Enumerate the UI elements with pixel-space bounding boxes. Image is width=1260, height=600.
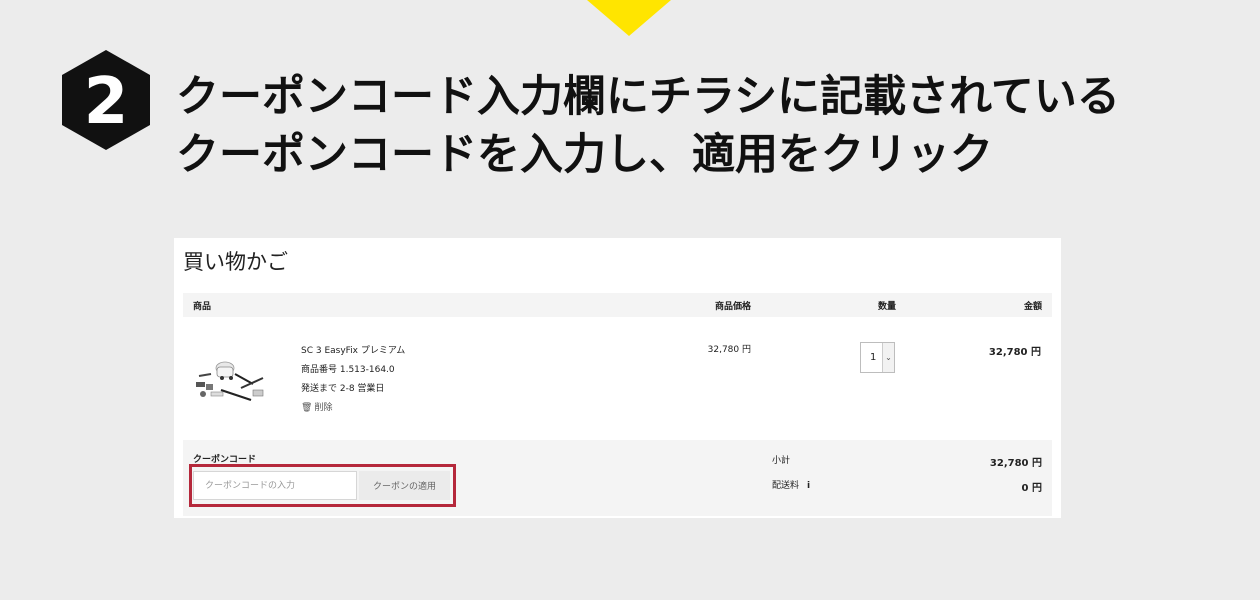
shipping-time: 発送まで 2-8 営業日	[301, 384, 385, 394]
line-total: 32,780 円	[988, 347, 1041, 358]
down-arrow-indicator	[587, 0, 671, 36]
shipping-fee-label: 配送料 i	[772, 478, 810, 491]
column-header-quantity: 数量	[877, 302, 896, 312]
table-header: 商品 商品価格 数量 金額	[183, 293, 1052, 317]
quantity-value: 1	[870, 352, 877, 363]
subtotal-label: 小計	[772, 456, 791, 466]
column-header-product: 商品	[193, 302, 212, 312]
info-icon[interactable]: i	[807, 481, 810, 491]
delete-link[interactable]: 🗑 削除	[301, 399, 405, 418]
product-number: 商品番号 1.513-164.0	[301, 365, 395, 375]
step-number: 2	[84, 65, 129, 139]
product-name[interactable]: SC 3 EasyFix プレミアム	[301, 342, 405, 361]
shipping-fee-value: 0 円	[1021, 483, 1042, 494]
instruction-heading: クーポンコード入力欄にチラシに記載されている クーポンコードを入力し、適用をクリ…	[176, 68, 1120, 184]
column-header-price: 商品価格	[714, 302, 751, 312]
column-header-total: 金額	[1023, 302, 1042, 312]
heading-line-1: クーポンコード入力欄にチラシに記載されている	[176, 72, 1120, 122]
delete-label: 削除	[314, 403, 333, 413]
cart-title: 買い物かご	[183, 250, 288, 274]
shipping-fee-text: 配送料	[772, 481, 800, 491]
unit-price: 32,780 円	[707, 345, 751, 355]
chevron-down-icon: ⌄	[882, 343, 894, 372]
quantity-select[interactable]: 1 ⌄	[860, 342, 895, 373]
heading-line-2: クーポンコードを入力し、適用をクリック	[176, 130, 993, 180]
product-info: SC 3 EasyFix プレミアム 商品番号 1.513-164.0 発送まで…	[301, 342, 405, 418]
coupon-highlight-box	[189, 464, 456, 507]
trash-icon: 🗑	[301, 403, 313, 413]
hexagon-step-badge: 2	[62, 50, 150, 150]
product-image[interactable]	[191, 348, 271, 408]
subtotal-value: 32,780 円	[989, 458, 1042, 469]
